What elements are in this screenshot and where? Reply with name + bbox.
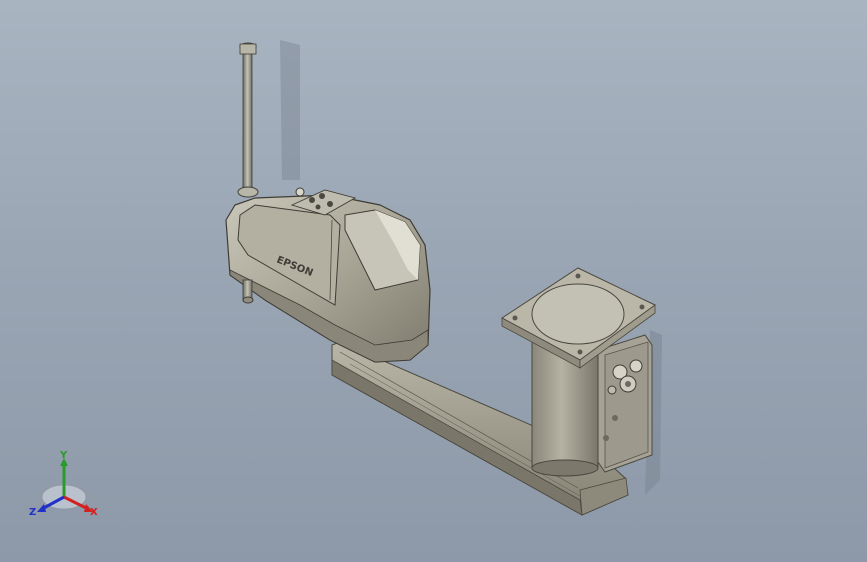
cad-viewport[interactable]: EPSON Y X Z <box>0 0 867 562</box>
z-axis-label: Z <box>29 507 36 518</box>
z-axis-arrow-icon <box>37 504 46 512</box>
view-triad[interactable]: Y X Z <box>0 0 867 562</box>
x-axis-label: X <box>90 507 98 518</box>
y-axis-label: Y <box>59 450 68 461</box>
